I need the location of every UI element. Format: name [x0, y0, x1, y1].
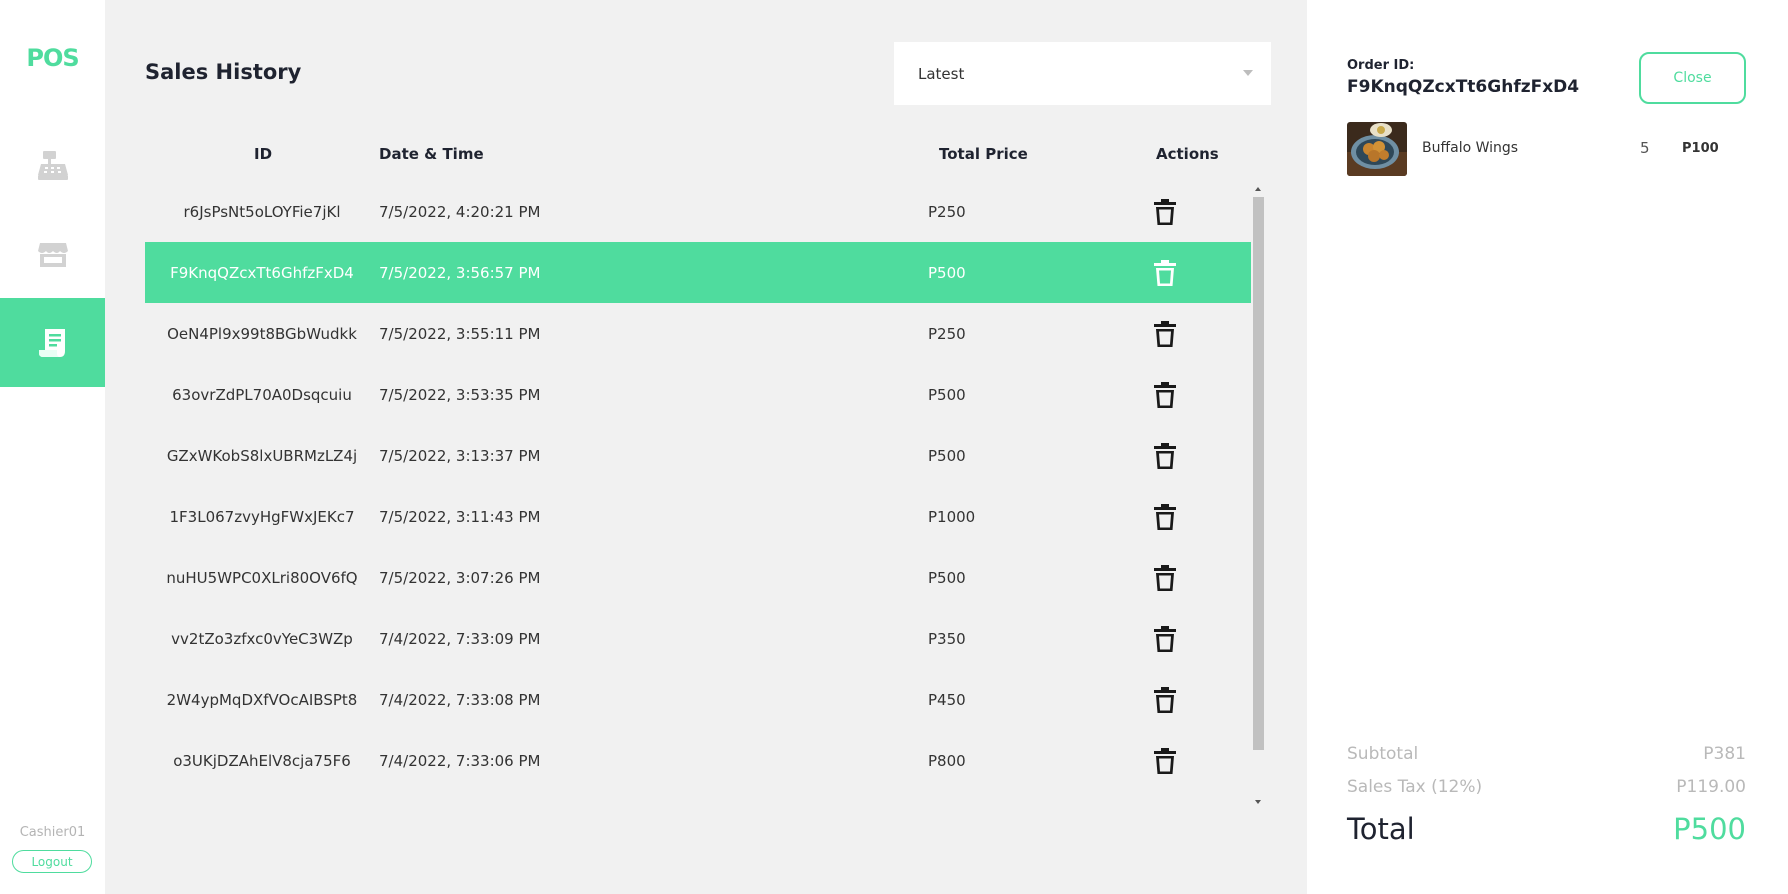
item-price: P100 — [1682, 141, 1719, 156]
sale-datetime: 7/4/2022, 7:33:08 PM — [379, 690, 541, 709]
trash-icon — [1154, 747, 1176, 774]
delete-button[interactable] — [1151, 608, 1179, 669]
sale-datetime: 7/4/2022, 7:33:06 PM — [379, 751, 541, 770]
table-row[interactable]: 63ovrZdPL70A0Dsqcuiu 7/5/2022, 3:53:35 P… — [145, 364, 1251, 425]
sale-id: OeN4Pl9x99t8BGbWudkk — [167, 324, 357, 343]
cashier-name: Cashier01 — [19, 825, 86, 840]
subtotal-label: Subtotal — [1347, 744, 1419, 764]
sale-datetime: 7/5/2022, 3:56:57 PM — [379, 263, 541, 282]
column-header-id: ID — [254, 145, 273, 163]
delete-button[interactable] — [1151, 547, 1179, 608]
sale-total: P800 — [928, 751, 966, 770]
table-row[interactable]: 1F3L067zvyHgFWxJEKc7 7/5/2022, 3:11:43 P… — [145, 486, 1251, 547]
sale-total: P500 — [928, 446, 966, 465]
column-header-total: Total Price — [939, 145, 1028, 163]
logout-button[interactable]: Logout — [12, 850, 92, 873]
sale-total: P500 — [928, 568, 966, 587]
store-icon — [37, 242, 68, 267]
sale-datetime: 7/5/2022, 3:13:37 PM — [379, 446, 541, 465]
trash-icon — [1154, 503, 1176, 530]
trash-icon — [1154, 259, 1176, 286]
table-row-selected[interactable]: F9KnqQZcxTt6GhfzFxD4 7/5/2022, 3:56:57 P… — [145, 242, 1251, 303]
trash-icon — [1154, 381, 1176, 408]
sale-datetime: 7/5/2022, 3:53:35 PM — [379, 385, 541, 404]
nav-sales-history[interactable] — [0, 298, 105, 387]
pos-logo: POS — [26, 44, 79, 72]
chevron-down-icon — [1243, 70, 1253, 76]
table-row[interactable]: nuHU5WPC0XLri80OV6fQ 7/5/2022, 3:07:26 P… — [145, 547, 1251, 608]
delete-button[interactable] — [1151, 669, 1179, 730]
trash-icon — [1154, 198, 1176, 225]
trash-icon — [1154, 442, 1176, 469]
nav-store[interactable] — [0, 209, 105, 298]
table-row[interactable]: 2W4ypMqDXfVOcAIBSPt8 7/4/2022, 7:33:08 P… — [145, 669, 1251, 730]
total-value: P500 — [1673, 812, 1746, 846]
table-scrollbar[interactable] — [1251, 181, 1265, 808]
sale-total: P1000 — [928, 507, 976, 526]
sale-id: F9KnqQZcxTt6GhfzFxD4 — [170, 263, 354, 282]
delete-button[interactable] — [1151, 730, 1179, 791]
sale-id: 1F3L067zvyHgFWxJEKc7 — [169, 507, 355, 526]
sale-datetime: 7/5/2022, 3:55:11 PM — [379, 324, 541, 343]
close-button[interactable]: Close — [1639, 52, 1746, 104]
table-row[interactable]: vv2tZo3zfxc0vYeC3WZp 7/4/2022, 7:33:09 P… — [145, 608, 1251, 669]
sale-id: 63ovrZdPL70A0Dsqcuiu — [172, 385, 352, 404]
sale-total: P450 — [928, 690, 966, 709]
tax-label: Sales Tax (12%) — [1347, 777, 1483, 797]
sale-id: 2W4ypMqDXfVOcAIBSPt8 — [166, 690, 358, 709]
sale-id: vv2tZo3zfxc0vYeC3WZp — [171, 629, 353, 648]
sale-id: o3UKjDZAhElV8cja75F6 — [173, 751, 351, 770]
item-name: Buffalo Wings — [1422, 140, 1519, 156]
trash-icon — [1154, 320, 1176, 347]
nav-cash-register[interactable] — [0, 120, 105, 209]
sale-datetime: 7/5/2022, 3:11:43 PM — [379, 507, 541, 526]
trash-icon — [1154, 625, 1176, 652]
cash-register-icon — [37, 150, 68, 180]
sale-id: nuHU5WPC0XLri80OV6fQ — [166, 568, 358, 587]
order-id-label: Order ID: — [1347, 58, 1415, 73]
table-row[interactable]: GZxWKobS8lxUBRMzLZ4j 7/5/2022, 3:13:37 P… — [145, 425, 1251, 486]
trash-icon — [1154, 686, 1176, 713]
tax-value: P119.00 — [1676, 777, 1746, 797]
scroll-up-icon[interactable] — [1255, 187, 1261, 191]
delete-button[interactable] — [1151, 242, 1179, 303]
column-header-datetime: Date & Time — [379, 145, 484, 163]
sale-datetime: 7/5/2022, 4:20:21 PM — [379, 202, 541, 221]
sort-selected-value: Latest — [918, 64, 965, 83]
sale-datetime: 7/4/2022, 7:33:09 PM — [379, 629, 541, 648]
delete-button[interactable] — [1151, 425, 1179, 486]
sale-total: P500 — [928, 263, 966, 282]
table-row[interactable]: o3UKjDZAhElV8cja75F6 7/4/2022, 7:33:06 P… — [145, 730, 1251, 791]
sidebar: POS Cashier01 Logout — [0, 0, 105, 894]
delete-button[interactable] — [1151, 364, 1179, 425]
sale-total: P250 — [928, 324, 966, 343]
subtotal-value: P381 — [1703, 744, 1746, 764]
sales-table-body: r6JsPsNt5oLOYFie7jKl 7/5/2022, 4:20:21 P… — [145, 181, 1251, 796]
sort-dropdown[interactable]: Latest — [894, 42, 1271, 105]
sales-history-main: Sales History Latest ID Date & Time Tota… — [105, 0, 1307, 894]
item-thumbnail — [1347, 122, 1407, 176]
sale-datetime: 7/5/2022, 3:07:26 PM — [379, 568, 541, 587]
delete-button[interactable] — [1151, 303, 1179, 364]
total-label: Total — [1347, 812, 1415, 846]
scrollbar-thumb[interactable] — [1253, 197, 1264, 750]
table-row[interactable]: r6JsPsNt5oLOYFie7jKl 7/5/2022, 4:20:21 P… — [145, 181, 1251, 242]
sale-total: P350 — [928, 629, 966, 648]
receipt-icon — [38, 328, 65, 357]
scroll-down-icon[interactable] — [1255, 800, 1261, 804]
item-quantity: 5 — [1640, 139, 1650, 157]
delete-button[interactable] — [1151, 181, 1179, 242]
trash-icon — [1154, 564, 1176, 591]
page-title: Sales History — [145, 60, 302, 84]
delete-button[interactable] — [1151, 486, 1179, 547]
sale-total: P250 — [928, 202, 966, 221]
sale-id: GZxWKobS8lxUBRMzLZ4j — [166, 446, 358, 465]
sale-total: P500 — [928, 385, 966, 404]
table-row[interactable]: OeN4Pl9x99t8BGbWudkk 7/5/2022, 3:55:11 P… — [145, 303, 1251, 364]
order-id-value: F9KnqQZcxTt6GhfzFxD4 — [1347, 77, 1580, 97]
sale-id: r6JsPsNt5oLOYFie7jKl — [183, 202, 341, 221]
order-item: Buffalo Wings 5 P100 — [1347, 122, 1747, 176]
order-detail-panel: Order ID: F9KnqQZcxTt6GhfzFxD4 Close Buf… — [1307, 0, 1788, 894]
column-header-actions: Actions — [1156, 145, 1219, 163]
